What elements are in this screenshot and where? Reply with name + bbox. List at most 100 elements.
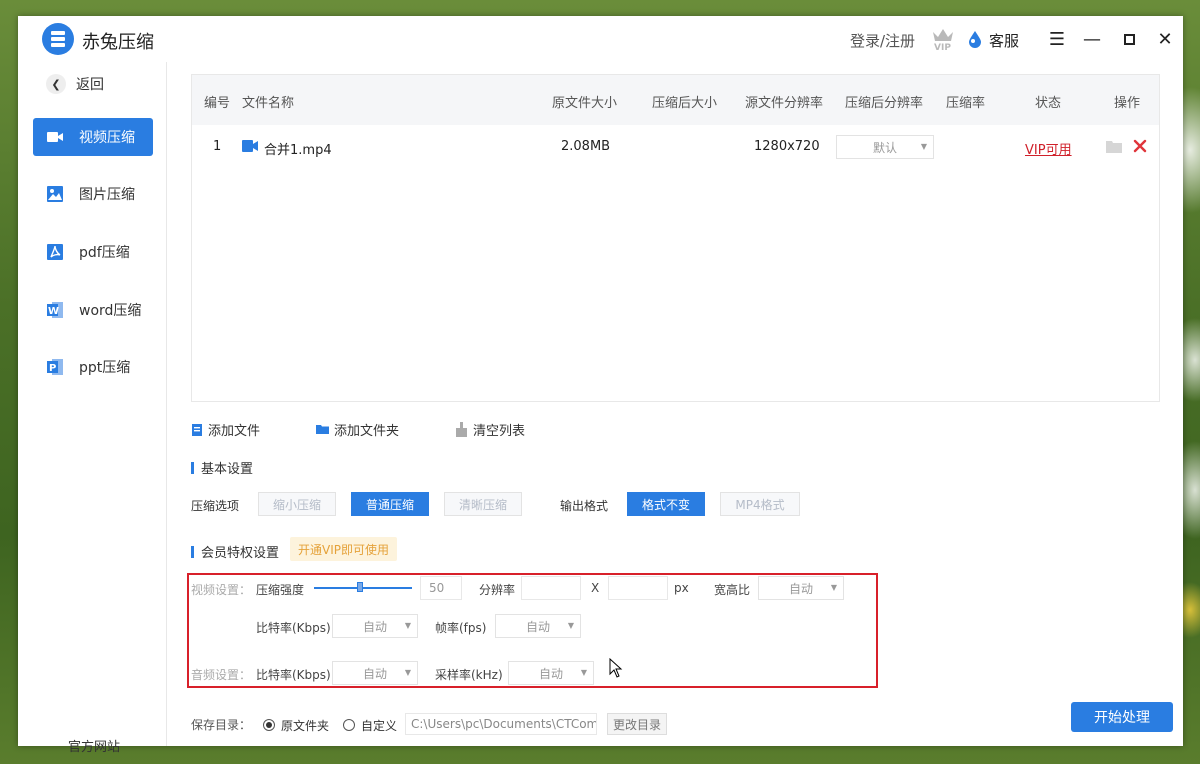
caret-down-icon: ▼ xyxy=(567,621,574,630)
app-logo-icon xyxy=(42,23,74,55)
add-file-label: 添加文件 xyxy=(208,424,261,439)
format-mp4-option[interactable]: MP4格式 xyxy=(720,492,800,516)
basic-settings-title: 基本设置 xyxy=(191,458,253,477)
video-settings-label: 视频设置： xyxy=(191,583,252,597)
fps-select[interactable]: 自动 ▼ xyxy=(495,614,581,638)
sidebar-item-image[interactable]: 图片压缩 xyxy=(33,175,153,213)
compress-small-option[interactable]: 缩小压缩 xyxy=(258,492,336,516)
original-folder-radio[interactable] xyxy=(263,719,275,731)
col-size: 原文件大小 xyxy=(552,96,618,111)
image-icon xyxy=(47,186,63,202)
broom-icon xyxy=(456,422,467,437)
sidebar-item-word[interactable]: W word压缩 xyxy=(33,291,153,329)
table-header: 编号 文件名称 原文件大小 压缩后大小 源文件分辨率 压缩后分辨率 压缩率 状态… xyxy=(192,75,1159,125)
mouse-cursor-icon xyxy=(609,658,623,678)
sidebar-item-video[interactable]: 视频压缩 xyxy=(33,118,153,156)
app-window: 赤兔压缩 登录/注册 VIP 客服 ☰ — ✕ ❮ 返回 视频压缩 图片压缩 p… xyxy=(18,16,1183,755)
strength-slider-handle[interactable] xyxy=(357,582,363,592)
output-format-label: 输出格式 xyxy=(560,499,609,513)
col-ratio: 压缩率 xyxy=(946,96,986,111)
col-actions: 操作 xyxy=(1114,96,1141,111)
sidebar-item-label: ppt压缩 xyxy=(79,360,131,376)
fps-value: 自动 xyxy=(525,619,550,634)
close-icon[interactable]: ✕ xyxy=(1154,28,1176,50)
ppt-icon: P xyxy=(47,359,63,375)
resolution-height-input[interactable] xyxy=(608,576,668,600)
add-folder-button[interactable]: 添加文件夹 xyxy=(316,420,399,439)
svg-text:P: P xyxy=(49,363,56,374)
original-folder-label: 原文件夹 xyxy=(281,719,330,733)
sample-rate-value: 自动 xyxy=(538,666,563,681)
delete-icon[interactable] xyxy=(1133,139,1147,153)
strength-slider-track[interactable] xyxy=(314,587,412,589)
sidebar-item-ppt[interactable]: P ppt压缩 xyxy=(33,348,153,386)
target-resolution-select[interactable]: 默认 ▼ xyxy=(836,135,934,159)
custom-folder-radio[interactable] xyxy=(343,719,355,731)
add-folder-label: 添加文件夹 xyxy=(334,424,400,439)
compress-clear-option[interactable]: 清晰压缩 xyxy=(444,492,522,516)
sample-rate-select[interactable]: 自动 ▼ xyxy=(508,661,594,685)
folder-icon[interactable] xyxy=(1106,140,1122,153)
support-drop-icon xyxy=(969,31,981,48)
official-site-link[interactable]: 官方网站 xyxy=(68,736,120,755)
back-button[interactable]: ❮ 返回 xyxy=(46,74,104,94)
start-process-button[interactable]: 开始处理 xyxy=(1071,702,1173,732)
clear-list-button[interactable]: 清空列表 xyxy=(455,420,525,439)
sidebar-item-label: 图片压缩 xyxy=(79,187,135,203)
col-target-resolution: 压缩后分辨率 xyxy=(845,96,924,111)
back-label: 返回 xyxy=(76,77,104,93)
caret-down-icon: ▼ xyxy=(830,583,837,592)
col-compressed-size: 压缩后大小 xyxy=(652,96,718,111)
sidebar: ❮ 返回 视频压缩 图片压缩 pdf压缩 W word压缩 P ppt压缩 官方… xyxy=(18,62,167,755)
status-vip-link[interactable]: VIP可用 xyxy=(1025,139,1072,158)
resolution-label: 分辨率 xyxy=(479,583,516,597)
menu-icon[interactable]: ☰ xyxy=(1046,28,1068,50)
change-dir-button[interactable]: 更改目录 xyxy=(607,713,667,735)
caret-down-icon: ▼ xyxy=(920,142,927,151)
vip-crown-icon[interactable]: VIP xyxy=(930,26,956,52)
login-register-link[interactable]: 登录/注册 xyxy=(850,30,915,51)
audio-bitrate-label: 比特率(Kbps) xyxy=(256,668,331,682)
vip-upgrade-badge[interactable]: 开通VIP即可使用 xyxy=(290,537,397,561)
chevron-left-icon: ❮ xyxy=(46,74,66,94)
aspect-ratio-label: 宽高比 xyxy=(714,583,751,597)
audio-bitrate-value: 自动 xyxy=(362,666,387,681)
video-bitrate-label: 比特率(Kbps) xyxy=(256,621,331,635)
col-name: 文件名称 xyxy=(242,96,295,111)
add-file-button[interactable]: 添加文件 xyxy=(191,420,260,439)
basic-settings-label: 基本设置 xyxy=(201,462,254,477)
audio-settings-label: 音频设置： xyxy=(191,668,252,682)
resolution-width-input[interactable] xyxy=(521,576,581,600)
save-path-input[interactable]: C:\Users\pc\Documents\CTCom xyxy=(405,713,597,735)
aspect-ratio-select[interactable]: 自动 ▼ xyxy=(758,576,844,600)
member-settings-title: 会员特权设置 xyxy=(191,542,279,561)
compress-normal-option[interactable]: 普通压缩 xyxy=(351,492,429,516)
caret-down-icon: ▼ xyxy=(580,668,587,677)
strength-value-input[interactable]: 50 xyxy=(420,576,462,600)
sidebar-item-label: word压缩 xyxy=(79,303,142,319)
row-size: 2.08MB xyxy=(561,139,611,154)
support-link[interactable]: 客服 xyxy=(989,30,1019,51)
file-add-icon xyxy=(192,423,202,436)
minimize-icon[interactable]: — xyxy=(1081,28,1103,50)
row-index: 1 xyxy=(213,139,222,154)
maximize-icon[interactable] xyxy=(1118,28,1140,50)
strength-label: 压缩强度 xyxy=(256,583,305,597)
save-dir-label: 保存目录： xyxy=(191,718,252,732)
audio-bitrate-select[interactable]: 自动 ▼ xyxy=(332,661,418,685)
video-file-icon xyxy=(242,140,258,152)
resolution-x-label: X xyxy=(591,581,600,595)
member-settings-label: 会员特权设置 xyxy=(201,546,280,561)
target-resolution-value: 默认 xyxy=(872,140,897,155)
format-keep-option[interactable]: 格式不变 xyxy=(627,492,705,516)
video-bitrate-select[interactable]: 自动 ▼ xyxy=(332,614,418,638)
fps-label: 帧率(fps) xyxy=(435,621,487,635)
row-file-name: 合并1.mp4 xyxy=(264,143,332,158)
video-icon xyxy=(47,132,63,142)
sidebar-item-label: 视频压缩 xyxy=(79,130,135,146)
sidebar-item-pdf[interactable]: pdf压缩 xyxy=(33,233,153,271)
sidebar-item-label: pdf压缩 xyxy=(79,245,130,261)
file-table: 编号 文件名称 原文件大小 压缩后大小 源文件分辨率 压缩后分辨率 压缩率 状态… xyxy=(191,74,1160,402)
compress-option-label: 压缩选项 xyxy=(191,499,240,513)
caret-down-icon: ▼ xyxy=(404,621,411,630)
